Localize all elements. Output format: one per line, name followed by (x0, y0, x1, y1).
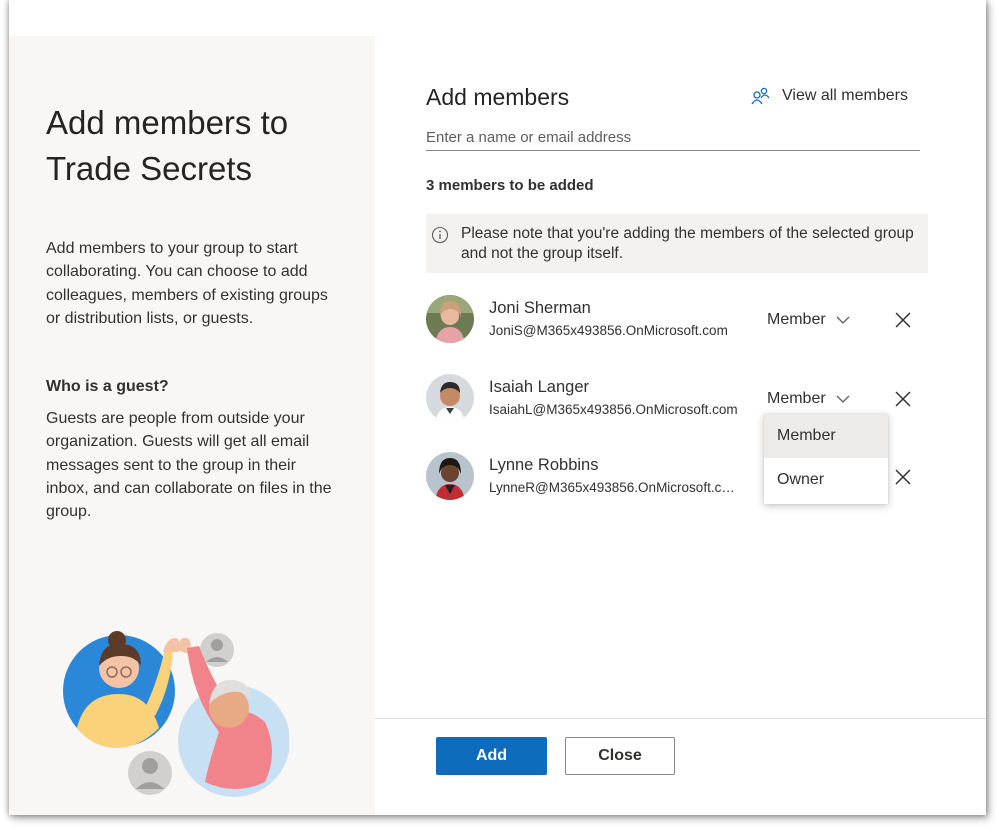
guest-description: Guests are people from outside your orga… (46, 410, 332, 521)
member-row: Joni Sherman JoniS@M365x493856.OnMicroso… (426, 295, 926, 345)
dialog-title: Add members to Trade Secrets (46, 104, 289, 187)
high-five-illustration (63, 631, 289, 797)
member-email: JoniS@M365x493856.OnMicrosoft.com (489, 323, 728, 338)
role-option-owner[interactable]: Owner (764, 458, 888, 502)
add-button[interactable]: Add (436, 737, 547, 775)
view-all-members-label: View all members (782, 87, 908, 104)
info-icon (431, 226, 449, 244)
add-members-dialog: Add members to Trade Secrets Add members… (9, 0, 986, 815)
chevron-down-icon (836, 316, 850, 324)
member-email: IsaiahL@M365x493856.OnMicrosoft.com (489, 402, 738, 417)
dialog-description: Add members to your group to start colla… (46, 240, 328, 327)
notice-text: Please note that you're adding the membe… (461, 225, 914, 262)
member-email: LynneR@M365x493856.OnMicrosoft.com (489, 480, 739, 495)
role-dropdown-menu: Member Owner (764, 414, 888, 504)
view-all-members-link[interactable]: View all members (750, 86, 908, 106)
guest-heading: Who is a guest? (46, 378, 169, 395)
close-icon[interactable] (894, 468, 912, 486)
member-name: Joni Sherman (489, 299, 591, 317)
role-dropdown[interactable]: Member (767, 311, 851, 329)
chevron-down-icon (836, 395, 850, 403)
group-notice: Please note that you're adding the membe… (426, 214, 928, 273)
people-icon (751, 87, 770, 105)
role-option-member[interactable]: Member (764, 414, 888, 458)
avatar (426, 374, 474, 422)
member-name: Lynne Robbins (489, 456, 599, 474)
avatar (426, 452, 474, 500)
footer-divider (375, 718, 986, 719)
info-panel: Add members to Trade Secrets Add members… (9, 36, 375, 815)
members-panel: Add members View all members 3 members t… (375, 0, 986, 815)
member-name: Isaiah Langer (489, 378, 589, 396)
close-icon[interactable] (894, 390, 912, 408)
close-icon[interactable] (894, 311, 912, 329)
role-value: Member (767, 311, 826, 328)
role-value: Member (767, 390, 826, 407)
member-search-input[interactable] (426, 124, 920, 151)
avatar (426, 295, 474, 343)
panel-title: Add members (426, 84, 570, 110)
members-count: 3 members to be added (426, 177, 594, 194)
role-dropdown[interactable]: Member (767, 390, 851, 408)
close-button[interactable]: Close (565, 737, 675, 775)
